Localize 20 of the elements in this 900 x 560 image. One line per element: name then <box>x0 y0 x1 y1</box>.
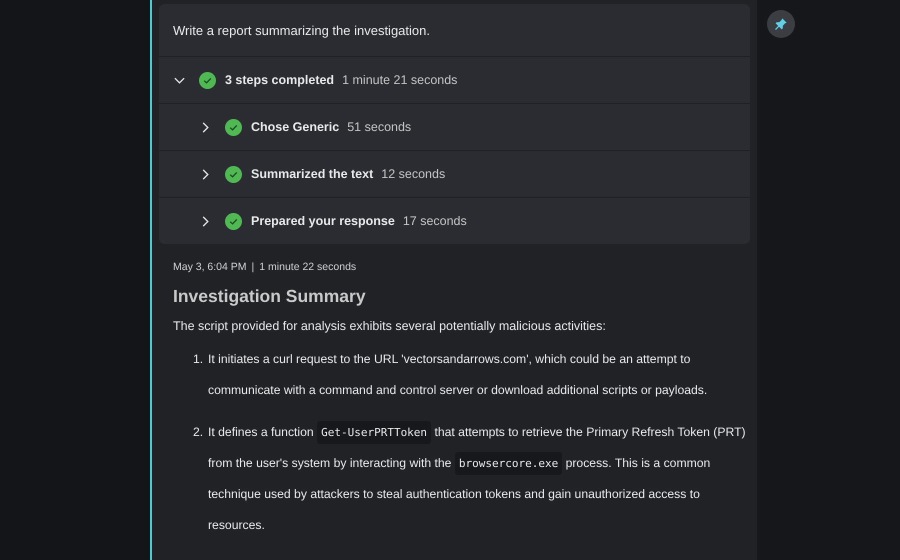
pin-button[interactable] <box>767 10 795 38</box>
intro-paragraph: The script provided for analysis exhibits several potentially malicious activities: <box>173 319 607 333</box>
step-label: Chose Generic <box>251 120 340 134</box>
list-number: 2. <box>193 424 204 441</box>
pin-icon <box>774 17 788 31</box>
response-duration: 1 minute 22 seconds <box>259 261 356 273</box>
timestamp: May 3, 6:04 PM <box>173 261 247 273</box>
step-label: Summarized the text <box>251 167 374 181</box>
step-label: Prepared your response <box>251 214 395 228</box>
step-label: 3 steps completed <box>225 73 334 87</box>
separator: | <box>252 261 254 273</box>
step-duration: 12 seconds <box>381 167 446 181</box>
step-duration: 1 minute 21 seconds <box>342 73 458 87</box>
prompt-text: Write a report summarizing the investigation. <box>159 4 750 57</box>
step-duration: 17 seconds <box>402 214 467 228</box>
list-number: 1. <box>193 351 204 368</box>
step-duration: 51 seconds <box>347 120 412 134</box>
list-item-text: It initiates a curl request to the URL 'vectorsandarrows.com', which could be an attempt to communicate with a command and control server or download additional scripts or payloads. <box>208 351 708 399</box>
list-item-text: It defines a function Get-UserPRTToken that attempts to retrieve the Primary Refresh Token (PRT) from the user's system by interacting with the browsercore.exe process. This is a common technique used by attackers to steal authentication tokens and gain unauthorized access to resources. <box>208 417 746 541</box>
response-heading: Investigation Summary <box>172 285 367 307</box>
